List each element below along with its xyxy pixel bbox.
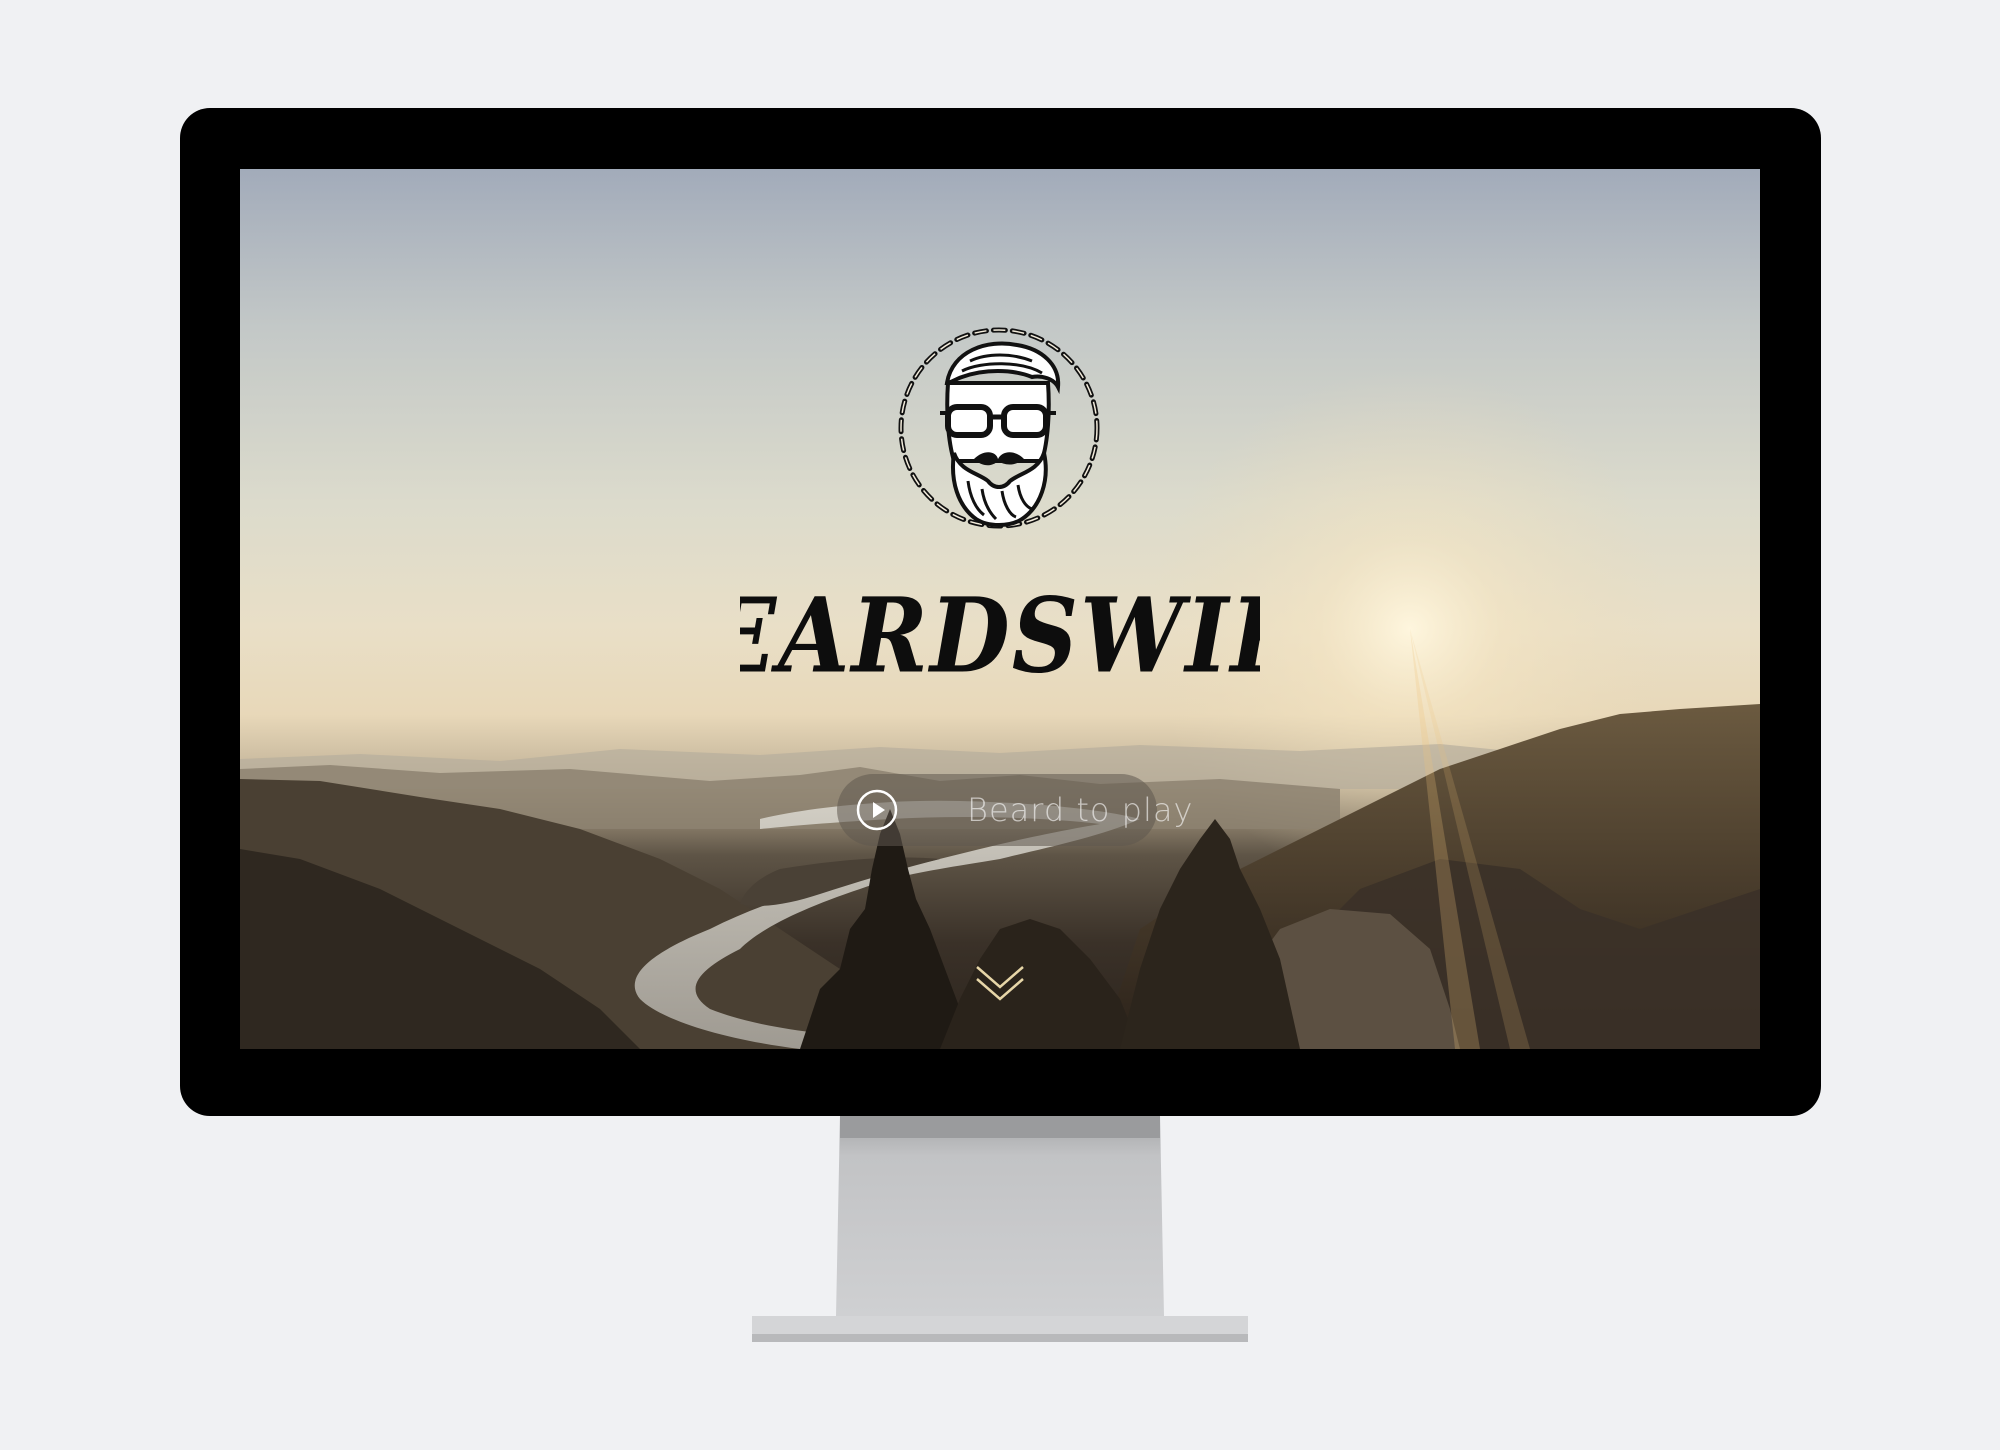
double-chevron-down-icon[interactable] (973, 961, 1027, 1003)
monitor-bezel: BEARDSWIPE Beard to play (180, 108, 1821, 1116)
play-circle-icon (856, 789, 898, 831)
play-button-label: Beard to play (967, 791, 1194, 829)
bearded-man-glasses-icon (898, 327, 1100, 529)
brand-name: BEARDSWIPE (740, 576, 1260, 694)
website-hero: BEARDSWIPE Beard to play (240, 169, 1760, 1049)
monitor-stand-base (752, 1316, 1248, 1342)
brand-wordmark: BEARDSWIPE (740, 576, 1260, 694)
monitor-stand-neck (836, 1116, 1164, 1316)
play-button[interactable]: Beard to play (837, 774, 1192, 846)
